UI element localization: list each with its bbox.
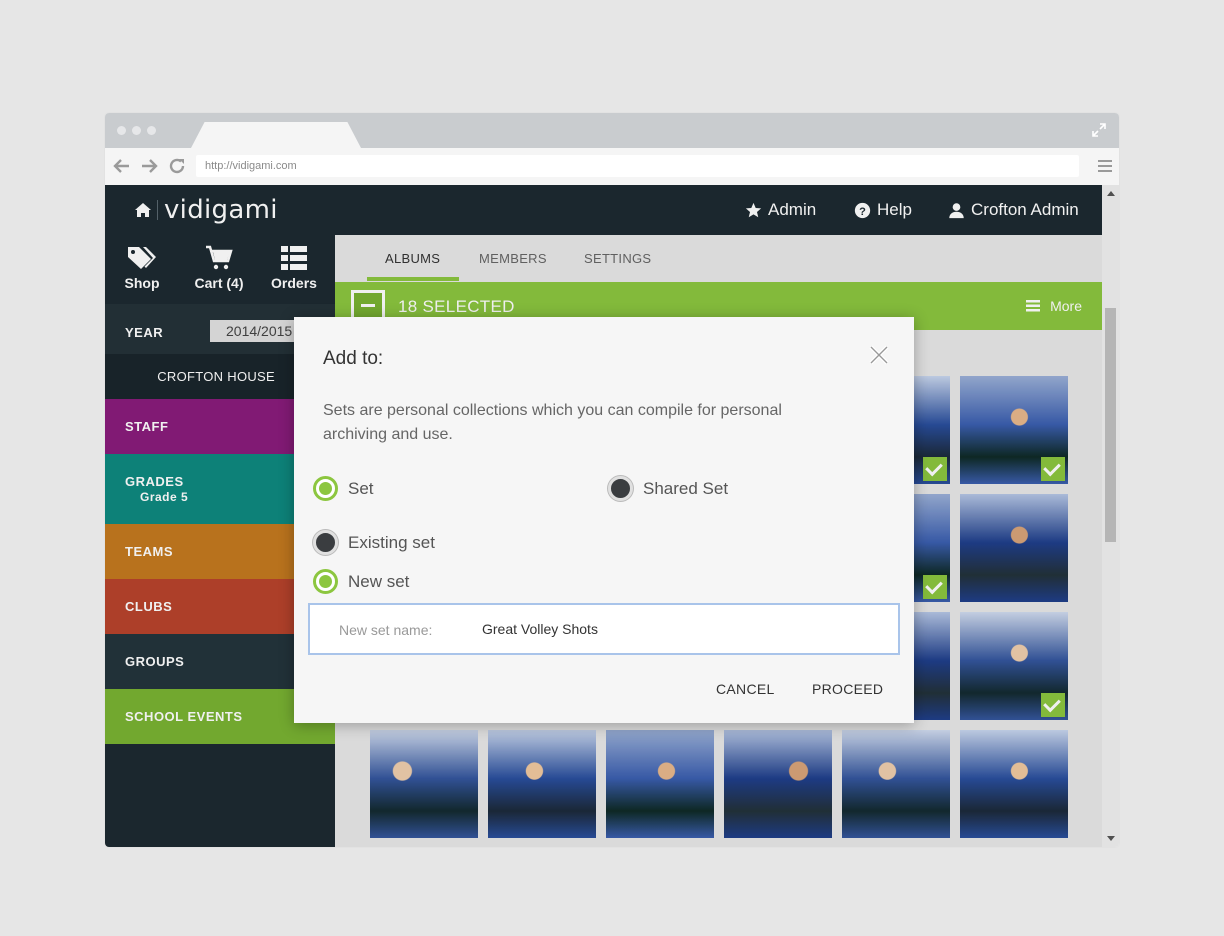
option-existing-set[interactable]: Existing set [313, 530, 435, 555]
browser-titlebar [105, 113, 1119, 148]
forward-arrow-icon[interactable] [140, 157, 158, 175]
back-arrow-icon[interactable] [113, 157, 131, 175]
option-label: New set [348, 571, 410, 591]
radio-unselected-icon[interactable] [608, 476, 633, 501]
window-dot-icon[interactable] [132, 126, 141, 135]
option-label: Existing set [348, 532, 435, 552]
browser-menu-icon[interactable] [1098, 159, 1112, 173]
option-shared-set[interactable]: Shared Set [608, 476, 728, 501]
proceed-button[interactable]: PROCEED [812, 681, 883, 697]
cancel-button[interactable]: CANCEL [716, 681, 775, 697]
window-dot-icon[interactable] [147, 126, 156, 135]
add-to-dialog: Add to: Sets are personal collections wh… [294, 317, 914, 723]
browser-tab[interactable] [191, 122, 361, 148]
window-controls[interactable] [117, 126, 156, 135]
browser-navbar: http://vidigami.com [105, 148, 1119, 185]
option-label: Set [348, 478, 374, 498]
dialog-description: Sets are personal collections which you … [323, 402, 782, 443]
window-dot-icon[interactable] [117, 126, 126, 135]
radio-selected-icon[interactable] [313, 476, 338, 501]
option-set[interactable]: Set [313, 476, 374, 501]
new-set-name-field: New set name: [308, 603, 900, 655]
close-icon[interactable] [867, 343, 891, 367]
radio-selected-icon[interactable] [313, 569, 338, 594]
url-bar[interactable]: http://vidigami.com [196, 155, 1079, 177]
new-set-name-input[interactable] [482, 616, 887, 642]
option-label: Shared Set [643, 478, 729, 498]
dialog-title: Add to: [323, 348, 384, 369]
expand-icon[interactable] [1091, 122, 1107, 138]
new-set-name-label: New set name: [339, 622, 433, 638]
reload-icon[interactable] [168, 157, 186, 175]
option-new-set[interactable]: New set [313, 569, 409, 594]
radio-unselected-icon[interactable] [313, 530, 338, 555]
